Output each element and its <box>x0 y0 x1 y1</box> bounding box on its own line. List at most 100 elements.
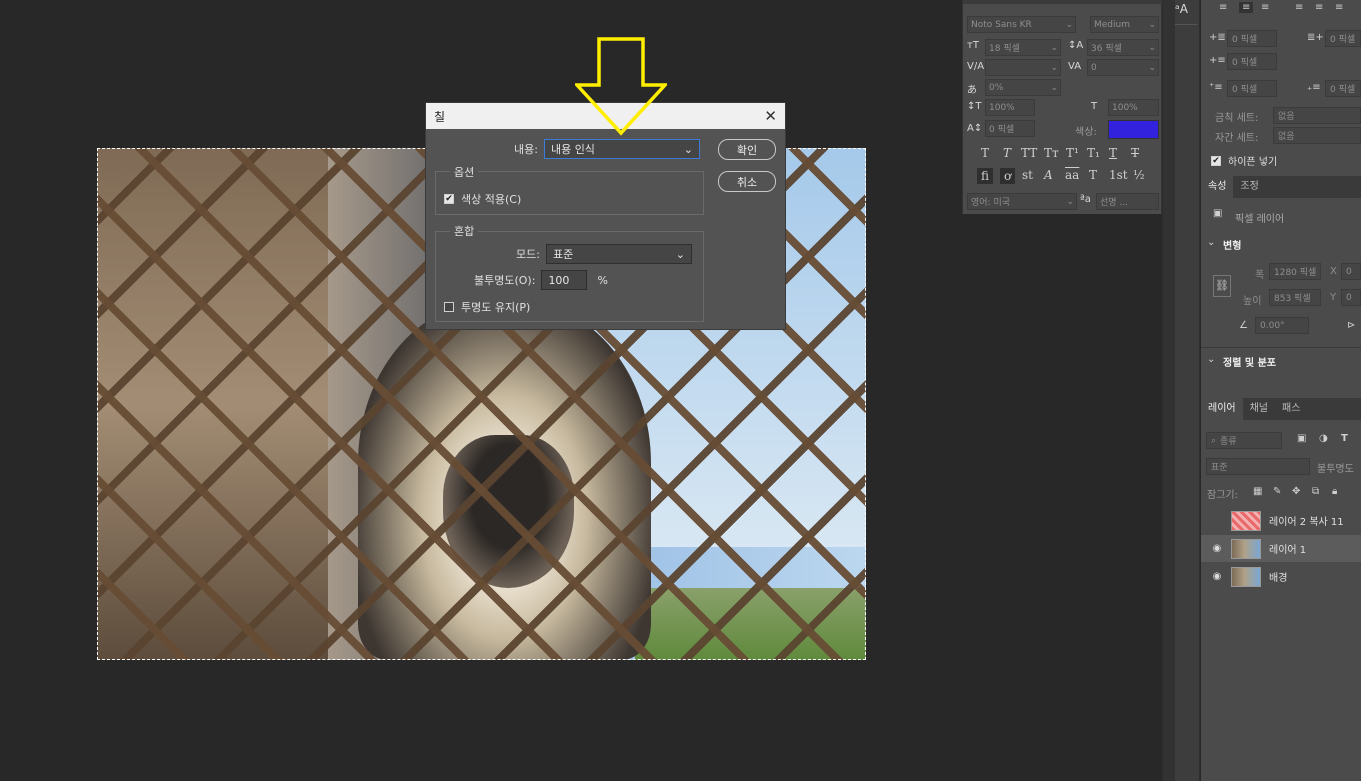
align-left-icon[interactable]: ≡ <box>1219 2 1227 13</box>
lock-position-icon[interactable]: ✥ <box>1292 486 1300 497</box>
space-before-icon: ⁺≡ <box>1209 82 1223 93</box>
hyphenate-checkbox[interactable]: ✔ <box>1211 155 1221 166</box>
layer-row[interactable]: ◉ 레이어 2 복사 11 <box>1201 507 1361 534</box>
faux-bold-icon[interactable]: T <box>981 146 989 160</box>
mojikumi-label: 자간 세트: <box>1215 133 1259 144</box>
tab-channels[interactable]: 채널 <box>1243 398 1275 420</box>
tab-properties[interactable]: 속성 <box>1201 176 1234 198</box>
y-input[interactable]: 0 <box>1341 289 1361 306</box>
lock-image-icon[interactable]: ✎ <box>1273 486 1281 497</box>
chevron-down-icon[interactable]: ⌄ <box>1207 354 1215 365</box>
layer-name: 레이어 2 복사 11 <box>1269 517 1344 528</box>
strikethrough-icon[interactable]: T <box>1131 146 1139 160</box>
antialias-icon: ªa <box>1080 194 1091 205</box>
type-filter-icon[interactable]: T <box>1341 433 1348 444</box>
align-distribute-label: 정렬 및 분포 <box>1223 358 1276 369</box>
underline-icon[interactable]: T <box>1109 146 1117 160</box>
indent-left-icon: +≣ <box>1209 32 1226 43</box>
cancel-button[interactable]: 취소 <box>718 171 776 192</box>
titling-alternates-icon[interactable]: aa <box>1065 168 1079 182</box>
tab-layers[interactable]: 레이어 <box>1201 398 1243 420</box>
indent-left-input[interactable]: 0 픽셀 <box>1227 30 1277 47</box>
tab-paths[interactable]: 패스 <box>1275 398 1307 420</box>
pixel-filter-icon[interactable]: ▣ <box>1297 433 1306 444</box>
antialias-select[interactable]: 선명 ... <box>1096 193 1159 210</box>
swash-icon[interactable]: A <box>1044 168 1053 182</box>
align-center-icon[interactable]: ≡ <box>1239 2 1254 13</box>
width-input[interactable]: 1280 픽셀 <box>1269 263 1321 280</box>
align-right-icon[interactable]: ≡ <box>1261 2 1269 13</box>
font-family-select[interactable]: Noto Sans KR ⌄ <box>967 16 1076 33</box>
opacity-input[interactable]: 100 <box>541 270 588 290</box>
ligatures-icon[interactable]: fi <box>977 168 994 184</box>
indent-right-input[interactable]: 0 픽셀 <box>1325 30 1361 47</box>
layer-row[interactable]: ◉ 배경 <box>1201 563 1361 590</box>
layer-thumbnail <box>1231 538 1261 559</box>
language-value: 영어: 미국 <box>971 198 1011 208</box>
language-select[interactable]: 영어: 미국 ⌄ <box>967 193 1077 210</box>
character-panel-icon[interactable]: ᵃA <box>1175 2 1188 16</box>
chevron-down-icon: ⌄ <box>1065 19 1073 30</box>
flip-horizontal-icon[interactable]: ⊳ <box>1347 320 1355 331</box>
chevron-down-icon[interactable]: ⌄ <box>1207 237 1215 248</box>
small-caps-icon[interactable]: Tт <box>1044 146 1059 160</box>
mojikumi-select[interactable]: 없음 <box>1273 127 1361 144</box>
kinsoku-select[interactable]: 없음 <box>1273 107 1361 124</box>
leading-select[interactable]: 36 픽셀 ⌄ <box>1087 39 1159 56</box>
kerning-select[interactable]: ⌄ <box>985 59 1061 76</box>
tsume-icon: あ <box>967 85 977 96</box>
stylistic-alternates-icon[interactable]: T <box>1089 168 1097 182</box>
chevron-down-icon: ⌄ <box>1066 196 1074 207</box>
tab-adjustments[interactable]: 조정 <box>1233 176 1265 198</box>
tsume-select[interactable]: 0% ⌄ <box>985 79 1061 96</box>
close-icon[interactable]: ✕ <box>764 107 777 125</box>
fractions-icon[interactable]: ½ <box>1133 168 1145 182</box>
layer-filter-select[interactable]: ⌕ 종류 <box>1206 432 1282 449</box>
link-icon[interactable]: ⛓ <box>1213 275 1231 297</box>
layers-tabs: 레이어 채널 패스 <box>1201 398 1361 420</box>
baseline-shift-input[interactable]: 0 픽셀 <box>985 120 1035 137</box>
color-adapt-checkbox[interactable]: ✔ <box>444 194 454 204</box>
tracking-select[interactable]: 0 ⌄ <box>1087 59 1159 76</box>
space-after-input[interactable]: 0 픽셀 <box>1325 80 1361 97</box>
layer-row[interactable]: ◉ 레이어 1 <box>1201 535 1361 562</box>
ordinals-icon[interactable]: 1st <box>1109 168 1128 182</box>
font-size-select[interactable]: 18 픽셀 ⌄ <box>985 39 1061 56</box>
preserve-transparency-checkbox[interactable] <box>444 302 454 312</box>
font-style-select[interactable]: Medium ⌄ <box>1090 16 1159 33</box>
hyphenate-label: 하이픈 넣기 <box>1228 157 1278 168</box>
color-label: 색상: <box>1075 127 1097 138</box>
vertical-scale-input[interactable]: 100% <box>985 99 1035 116</box>
mode-select[interactable]: 표준 ⌄ <box>545 244 692 264</box>
adjustment-filter-icon[interactable]: ◑ <box>1319 433 1328 444</box>
st-ligature-icon[interactable]: st <box>1022 168 1033 182</box>
justify-all-icon[interactable]: ≡ <box>1335 2 1343 13</box>
faux-italic-icon[interactable]: T <box>1003 146 1011 160</box>
visibility-icon[interactable]: ◉ <box>1211 515 1223 526</box>
horizontal-scale-input[interactable]: 100% <box>1108 99 1159 116</box>
eye-icon[interactable]: ◉ <box>1211 543 1223 554</box>
ok-button[interactable]: 확인 <box>718 139 776 160</box>
angle-input[interactable]: 0.00° <box>1255 317 1309 334</box>
down-arrow-icon <box>575 37 667 136</box>
height-input[interactable]: 853 픽셀 <box>1269 289 1321 306</box>
all-caps-icon[interactable]: TT <box>1021 146 1037 160</box>
x-input[interactable]: 0 <box>1341 263 1361 280</box>
subscript-icon[interactable]: T₁ <box>1087 146 1100 160</box>
text-color-swatch[interactable] <box>1108 120 1159 139</box>
space-before-input[interactable]: 0 픽셀 <box>1227 80 1277 97</box>
justify-center-icon[interactable]: ≡ <box>1315 2 1323 13</box>
lock-artboard-icon[interactable]: ⧉ <box>1312 486 1319 497</box>
content-select[interactable]: 내용 인식 ⌄ <box>543 139 700 159</box>
lock-transparent-icon[interactable]: ▦ <box>1253 486 1262 497</box>
eye-icon[interactable]: ◉ <box>1211 571 1223 582</box>
indent-first-input[interactable]: 0 픽셀 <box>1227 53 1277 70</box>
justify-left-icon[interactable]: ≡ <box>1295 2 1303 13</box>
lock-all-icon[interactable]: 🔒︎ <box>1332 486 1337 497</box>
blend-mode-select[interactable]: 표준 <box>1206 458 1310 475</box>
preserve-transparency-label: 투명도 유지(P) <box>461 301 531 314</box>
layer-name: 레이어 1 <box>1269 545 1307 556</box>
superscript-icon[interactable]: T¹ <box>1066 146 1079 160</box>
discretionary-ligatures-icon[interactable]: ơ <box>1000 168 1016 184</box>
panel-dock-strip: ᵃA <box>1162 0 1200 781</box>
